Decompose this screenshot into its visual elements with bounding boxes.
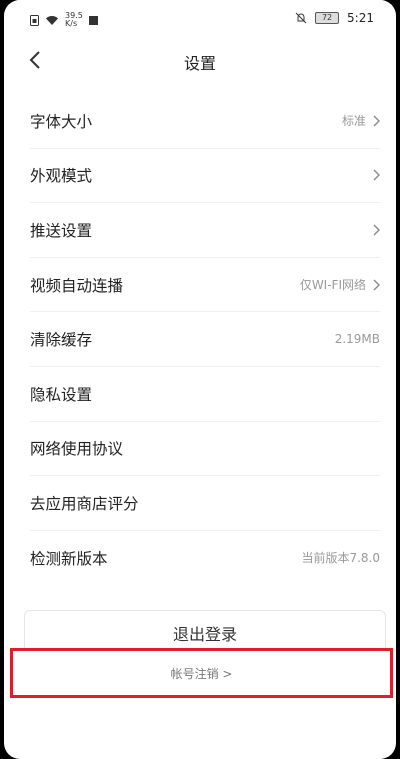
- page-title: 设置: [183, 54, 216, 73]
- notification-square-icon: [88, 15, 98, 25]
- status-left: 39.5 K/s: [30, 12, 98, 28]
- wifi-icon: [46, 15, 58, 25]
- chevron-right-icon: [373, 224, 380, 236]
- setting-check-version[interactable]: 检测新版本 当前版本7.8.0: [30, 531, 380, 585]
- mute-bell-icon: [295, 12, 307, 24]
- setting-label: 字体大小: [30, 112, 93, 131]
- phone-screen: 39.5 K/s 72 5:21 设置 字体大小 标准 外观模式 推送设置 视频…: [4, 0, 396, 759]
- setting-video-autoplay[interactable]: 视频自动连播 仅WI-FI网络: [30, 258, 380, 313]
- setting-value: 当前版本7.8.0: [301, 551, 380, 566]
- status-bar: 39.5 K/s 72 5:21: [4, 0, 396, 34]
- setting-label: 去应用商店评分: [30, 494, 139, 513]
- setting-font-size[interactable]: 字体大小 标准: [30, 94, 380, 149]
- setting-value: 标准: [341, 114, 366, 129]
- chevron-right-icon: [373, 115, 380, 127]
- settings-list: 字体大小 标准 外观模式 推送设置 视频自动连播 仅WI-FI网络 清除缓存 2…: [30, 94, 380, 584]
- setting-label: 隐私设置: [30, 385, 93, 404]
- account-cancel-button[interactable]: 帐号注销 >: [10, 648, 393, 698]
- header: 设置: [4, 38, 396, 84]
- clock: 5:21: [347, 11, 374, 25]
- chevron-right-icon: [373, 169, 380, 181]
- status-right: 72 5:21: [295, 11, 374, 25]
- network-speed: 39.5 K/s: [65, 12, 83, 28]
- setting-appearance-mode[interactable]: 外观模式: [30, 149, 380, 204]
- setting-network-agreement[interactable]: 网络使用协议: [30, 422, 380, 477]
- setting-value: 仅WI-FI网络: [299, 278, 366, 293]
- setting-label: 视频自动连播: [30, 276, 124, 295]
- setting-push[interactable]: 推送设置: [30, 203, 380, 258]
- setting-value: 2.19MB: [334, 332, 380, 347]
- setting-rate-app[interactable]: 去应用商店评分: [30, 476, 380, 531]
- setting-label: 检测新版本: [30, 549, 108, 568]
- setting-privacy[interactable]: 隐私设置: [30, 367, 380, 422]
- speed-unit: K/s: [65, 19, 78, 28]
- setting-label: 网络使用协议: [30, 440, 124, 459]
- setting-clear-cache[interactable]: 清除缓存 2.19MB: [30, 312, 380, 367]
- setting-label: 外观模式: [30, 167, 93, 186]
- chevron-right-icon: [373, 279, 380, 291]
- setting-label: 清除缓存: [30, 331, 93, 350]
- account-cancel-label: 帐号注销 >: [170, 666, 233, 681]
- setting-label: 推送设置: [30, 221, 93, 240]
- battery-indicator: 72: [315, 12, 340, 24]
- sim-icon: [30, 14, 39, 26]
